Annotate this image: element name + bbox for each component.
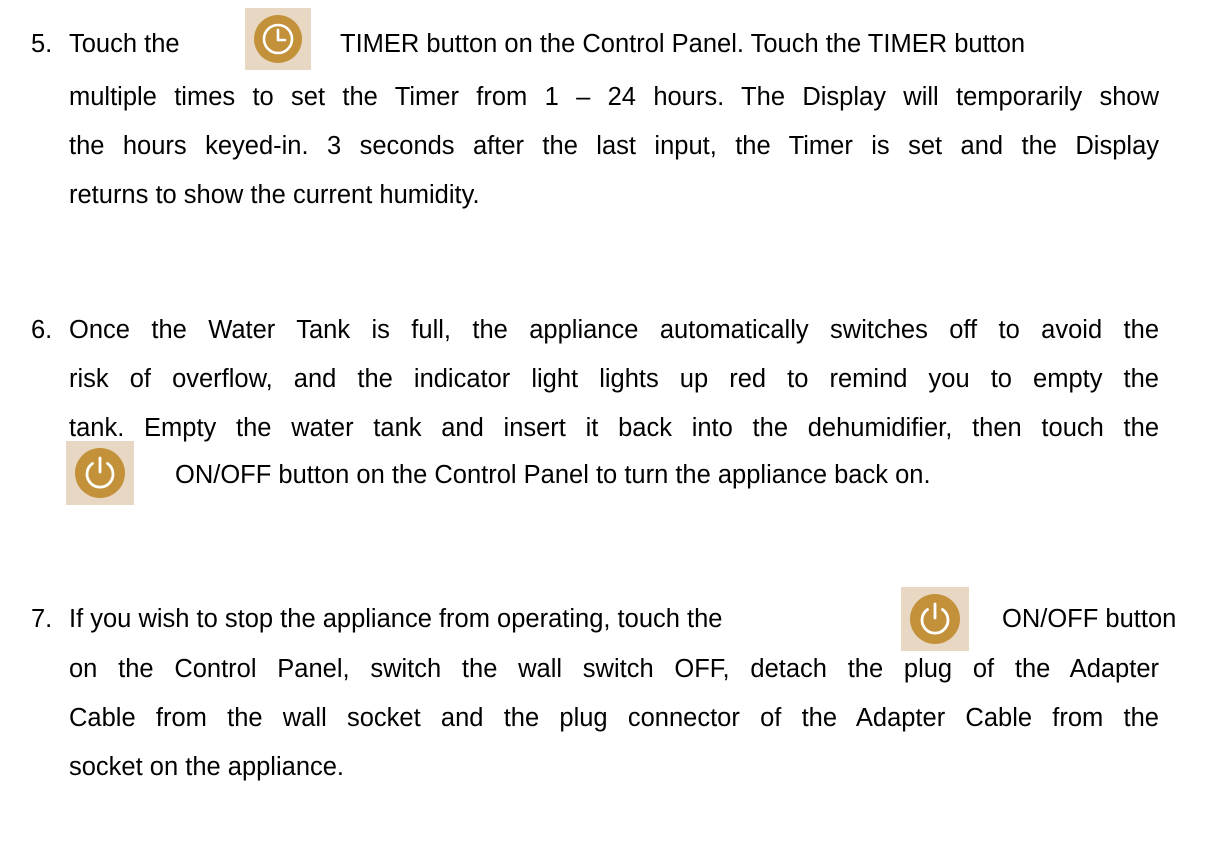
- item-5-line-4: returns to show the current humidity.: [69, 181, 480, 209]
- item-6-line-2: risk of overflow, and the indicator ligh…: [69, 365, 1159, 393]
- timer-clock-icon: [245, 8, 311, 70]
- item-5-line-3: the hours keyed-in. 3 seconds after the …: [69, 132, 1159, 160]
- item-6-line-4: ON/OFF button on the Control Panel to tu…: [175, 461, 931, 489]
- item-7-text-before-icon: If you wish to stop the appliance from o…: [69, 605, 723, 633]
- item-7-line-1: 7. If you wish to stop the appliance fro…: [0, 598, 1227, 640]
- item-number: 7.: [31, 605, 53, 633]
- item-5-line-1: 5. Touch the TIMER button on the Control…: [0, 23, 1227, 65]
- item-5-text-after-icon: TIMER button on the Control Panel. Touch…: [340, 30, 1026, 58]
- item-6-line-1: 6. Once the Water Tank is full, the appl…: [0, 309, 1227, 351]
- item-5-text-before-icon: Touch the: [69, 30, 180, 58]
- item-7-line-3: Cable from the wall socket and the plug …: [69, 704, 1159, 732]
- item-number: 6.: [31, 316, 53, 344]
- item-7-text-after-icon: ON/OFF button: [1002, 605, 1177, 633]
- item-number: 5.: [31, 30, 53, 58]
- item-7-line-4: socket on the appliance.: [69, 753, 345, 781]
- item-5-line-2: multiple times to set the Timer from 1 –…: [69, 83, 1159, 111]
- item-7-line-2: on the Control Panel, switch the wall sw…: [69, 655, 1159, 683]
- power-icon: [901, 587, 969, 651]
- item-6-line-3: tank. Empty the water tank and insert it…: [69, 414, 1159, 442]
